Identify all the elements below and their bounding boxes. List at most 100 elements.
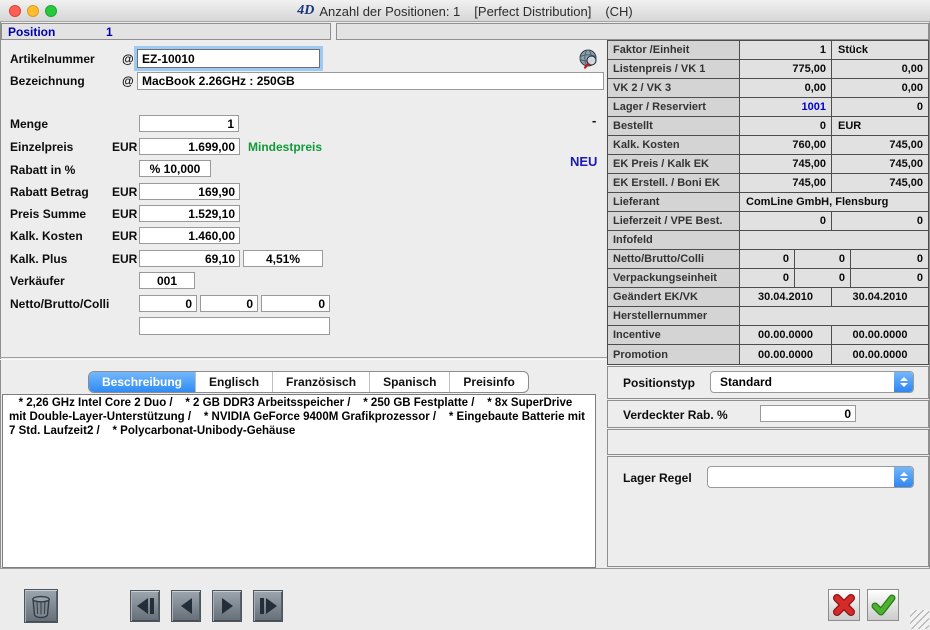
- table-cell: 745,00: [832, 155, 928, 173]
- table-row: Lager / Reserviert10010: [608, 98, 928, 117]
- table-cell: [740, 307, 928, 325]
- table-row: LieferantComLine GmbH, Flensburg: [608, 193, 928, 212]
- kalk-plus-label: Kalk. Plus: [10, 252, 67, 266]
- ok-button[interactable]: [867, 589, 899, 621]
- lager-regel-select[interactable]: [707, 466, 914, 488]
- mindestpreis-note: Mindestpreis: [248, 140, 322, 154]
- extra-input[interactable]: [139, 317, 330, 335]
- table-row: Verpackungseinheit000: [608, 269, 928, 288]
- table-cell: 00.00.0000: [832, 345, 928, 364]
- window-title-region: (CH): [605, 4, 632, 19]
- table-row-label: Bestellt: [608, 117, 740, 135]
- chevron-up-down-icon: [894, 467, 913, 487]
- table-row-label: Infofeld: [608, 231, 740, 249]
- kalk-kosten-label: Kalk. Kosten: [10, 229, 83, 243]
- table-cell: [740, 231, 928, 249]
- table-row-label: Kalk. Kosten: [608, 136, 740, 154]
- preis-summe-input[interactable]: 1.529,10: [139, 205, 240, 222]
- description-textarea[interactable]: * 2,26 GHz Intel Core 2 Duo / * 2 GB DDR…: [2, 394, 596, 568]
- einzelpreis-currency: EUR: [112, 140, 137, 154]
- nav-last-button[interactable]: [253, 590, 283, 622]
- positionstyp-label: Positionstyp: [623, 376, 695, 390]
- colli-input[interactable]: 0: [261, 295, 330, 312]
- table-row-label: Listenpreis / VK 1: [608, 60, 740, 78]
- table-cell: 00.00.0000: [740, 345, 832, 364]
- nav-previous-button[interactable]: [171, 590, 201, 622]
- table-row: Faktor /Einheit1Stück: [608, 41, 928, 60]
- table-cell: 0: [740, 269, 795, 287]
- artikelnummer-input[interactable]: EZ-10010: [137, 49, 320, 68]
- tab-französisch[interactable]: Französisch: [272, 372, 369, 392]
- delete-record-button[interactable]: [24, 589, 58, 623]
- rabatt-betrag-input[interactable]: 169,90: [139, 183, 240, 200]
- table-cell: 745,00: [832, 136, 928, 154]
- position-value: 1: [106, 25, 113, 39]
- table-row: Herstellernummer: [608, 307, 928, 326]
- table-cell: 0: [740, 117, 832, 135]
- tab-spanisch[interactable]: Spanisch: [369, 372, 449, 392]
- table-cell: 775,00: [740, 60, 832, 78]
- brutto-input[interactable]: 0: [200, 295, 258, 312]
- table-cell: ComLine GmbH, Flensburg: [740, 193, 928, 211]
- table-cell: 760,00: [740, 136, 832, 154]
- nav-next-icon: [222, 598, 233, 614]
- table-cell: 745,00: [740, 174, 832, 192]
- einzelpreis-label: Einzelpreis: [10, 140, 73, 154]
- article-search-icon[interactable]: [577, 47, 600, 70]
- window-title-text: Anzahl der Positionen: 1: [319, 4, 460, 19]
- kalk-kosten-input[interactable]: 1.460,00: [139, 227, 240, 244]
- kalk-plus-percent-input[interactable]: 4,51%: [243, 250, 323, 267]
- cancel-button[interactable]: [828, 589, 860, 621]
- resize-grip[interactable]: [910, 610, 929, 629]
- kalk-kosten-currency: EUR: [112, 229, 137, 243]
- rabatt-prozent-label: Rabatt in %: [10, 163, 75, 177]
- rabatt-betrag-currency: EUR: [112, 185, 137, 199]
- verdeckter-rabatt-input[interactable]: 0: [760, 405, 856, 422]
- verkaeufer-input[interactable]: 001: [139, 272, 195, 289]
- nav-next-button[interactable]: [212, 590, 242, 622]
- table-row-label: VK 2 / VK 3: [608, 79, 740, 97]
- table-cell: 0,00: [832, 79, 928, 97]
- table-row-label: Lieferzeit / VPE Best.: [608, 212, 740, 230]
- tab-beschreibung[interactable]: Beschreibung: [89, 372, 195, 392]
- tab-englisch[interactable]: Englisch: [195, 372, 272, 392]
- table-row: Netto/Brutto/Colli000: [608, 250, 928, 269]
- kalk-plus-input[interactable]: 69,10: [139, 250, 240, 267]
- table-cell: EUR: [832, 117, 928, 135]
- netto-input[interactable]: 0: [139, 295, 197, 312]
- bezeichnung-input[interactable]: MacBook 2.26GHz : 250GB: [137, 72, 604, 90]
- cancel-x-icon: [831, 592, 857, 618]
- table-cell: 0: [740, 212, 832, 230]
- einzelpreis-input[interactable]: 1.699,00: [139, 138, 240, 155]
- chevron-up-down-icon: [894, 372, 913, 392]
- menge-input[interactable]: 1: [139, 115, 239, 132]
- verkaeufer-label: Verkäufer: [10, 274, 65, 288]
- dash-mark: -: [592, 113, 596, 128]
- table-row: Incentive00.00.000000.00.0000: [608, 326, 928, 345]
- netto-brutto-colli-label: Netto/Brutto/Colli: [10, 297, 109, 311]
- table-row: Kalk. Kosten760,00745,00: [608, 136, 928, 155]
- table-row: VK 2 / VK 30,000,00: [608, 79, 928, 98]
- titlebar: 4D Anzahl der Positionen: 1 [Perfect Dis…: [0, 0, 930, 22]
- header-spacer: [336, 23, 929, 40]
- table-cell: 1: [740, 41, 832, 59]
- menge-label: Menge: [10, 117, 48, 131]
- table-row-label: EK Erstell. / Boni EK: [608, 174, 740, 192]
- table-cell-link[interactable]: 1001: [740, 98, 832, 116]
- table-cell: 745,00: [832, 174, 928, 192]
- checkmark-icon: [870, 592, 896, 618]
- positionstyp-select[interactable]: Standard: [710, 371, 914, 393]
- tab-preisinfo[interactable]: Preisinfo: [449, 372, 527, 392]
- tab-bar: BeschreibungEnglischFranzösischSpanischP…: [88, 371, 529, 393]
- table-row: Infofeld: [608, 231, 928, 250]
- window-title-app: [Perfect Distribution]: [474, 4, 591, 19]
- table-cell: 0,00: [832, 60, 928, 78]
- rabatt-prozent-input[interactable]: % 10,000: [139, 160, 211, 177]
- nav-last-icon: [266, 598, 277, 614]
- position-header: Position 1: [1, 23, 331, 40]
- table-row-label: Lager / Reserviert: [608, 98, 740, 116]
- nav-first-button[interactable]: [130, 590, 160, 622]
- neu-badge: NEU: [570, 154, 597, 169]
- table-row: EK Erstell. / Boni EK745,00745,00: [608, 174, 928, 193]
- kalk-plus-currency: EUR: [112, 252, 137, 266]
